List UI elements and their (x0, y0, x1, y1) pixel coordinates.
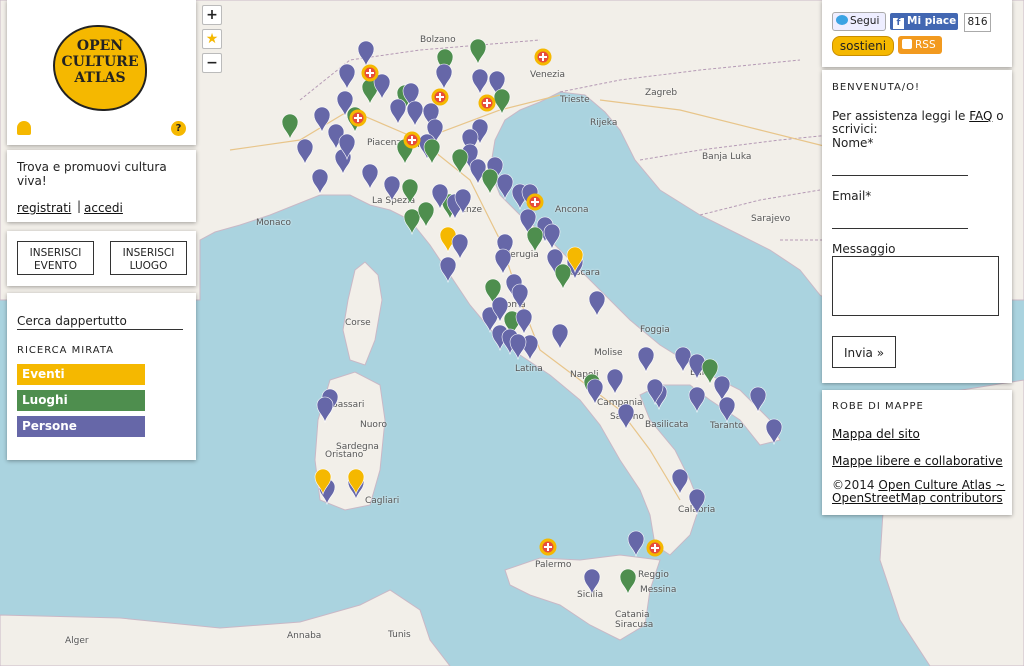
map-label: Latina (515, 364, 543, 374)
zoom-in-button[interactable]: + (202, 5, 222, 25)
facebook-icon: f (893, 18, 904, 29)
logo-panel: OPEN CULTURE ATLAS ? (7, 0, 196, 145)
map-label: Sicilia (577, 590, 604, 600)
filter-luoghi-button[interactable]: Luoghi (17, 390, 145, 411)
facebook-like-button[interactable]: f Mi piace (890, 13, 958, 30)
twitter-label: Segui (850, 15, 880, 27)
map-label: Taranto (710, 421, 744, 431)
help-prefix: Per assistenza leggi le (832, 109, 966, 123)
facebook-label: Mi piace (907, 15, 957, 27)
maps-panel: ROBE DI MAPPE Mappa del sito Mappe liber… (822, 390, 1012, 515)
targeted-search-heading: RICERCA MIRATA (17, 345, 115, 356)
logo[interactable]: OPEN CULTURE ATLAS (53, 25, 147, 111)
zoom-out-button[interactable]: − (202, 53, 222, 73)
map-label: Basilicata (645, 420, 689, 430)
faq-link[interactable]: FAQ (969, 109, 992, 123)
copyright-year: ©2014 (832, 478, 875, 492)
social-panel: Segui f Mi piace 816 sostieni RSS (822, 0, 1012, 67)
map-label: Napoli (570, 370, 599, 380)
ghost-icon[interactable] (17, 121, 31, 135)
email-field[interactable] (832, 208, 968, 229)
map-label: Sarajevo (751, 214, 791, 224)
register-link[interactable]: registrati (17, 201, 71, 215)
link-separator: | (77, 199, 82, 213)
map-label: La Spezia (372, 196, 416, 206)
map-label: Bolzano (420, 35, 456, 45)
maps-heading: ROBE DI MAPPE (832, 401, 924, 412)
map-label: Pescara (565, 268, 601, 278)
insert-event-button[interactable]: INSERISCI EVENTO (17, 241, 94, 275)
twitter-bird-icon (836, 15, 848, 25)
intro-text: Trova e promuovi cultura viva! (17, 160, 167, 188)
filter-persone-button[interactable]: Persone (17, 416, 145, 437)
map-label: Firenze (450, 205, 483, 215)
intro-panel: Trova e promuovi cultura viva! registrat… (7, 150, 196, 222)
map-label: Palermo (535, 560, 572, 570)
favorite-star-button[interactable]: ★ (202, 29, 222, 49)
credits: ©2014 Open Culture Atlas ~ OpenStreetMap… (832, 479, 1010, 505)
logo-line-3: ATLAS (74, 70, 126, 86)
map-label: Alger (65, 636, 89, 646)
map-label: Trieste (560, 95, 590, 105)
map-label: Tunis (388, 630, 411, 640)
map-label: Ancona (555, 205, 589, 215)
free-maps-link[interactable]: Mappe libere e collaborative (832, 454, 1003, 468)
message-label: Messaggio (832, 242, 896, 256)
map-label: Rijeka (590, 118, 618, 128)
insert-place-button[interactable]: INSERISCI LUOGO (110, 241, 187, 275)
map-label: Monaco (256, 218, 291, 228)
map-label: Venezia (530, 70, 565, 80)
map-label: Oristano (325, 450, 364, 460)
map-label: Bari (690, 368, 708, 378)
rss-icon (902, 39, 912, 49)
help-text: Per assistenza leggi le FAQ o scrivici: (832, 110, 1007, 136)
map-label: Reggio (638, 570, 669, 580)
map-label: Banja Luka (702, 152, 752, 162)
map-label: Corse (345, 318, 371, 328)
map-label: Roma (500, 300, 526, 310)
submit-button[interactable]: Invia » (832, 336, 896, 368)
map-label: Sassari (332, 400, 365, 410)
map-label: Messina (640, 585, 677, 595)
filter-eventi-button[interactable]: Eventi (17, 364, 145, 385)
facebook-like-count: 816 (964, 13, 991, 32)
support-button[interactable]: sostieni (832, 36, 894, 56)
email-label: Email* (832, 189, 872, 203)
login-link[interactable]: accedi (84, 201, 123, 215)
map-label: Perugia (505, 250, 539, 260)
help-icon[interactable]: ? (171, 121, 186, 136)
map-label: Nuoro (360, 420, 387, 430)
twitter-follow-button[interactable]: Segui (832, 12, 886, 31)
map-label: Annaba (287, 631, 322, 641)
rss-label: RSS (915, 39, 936, 51)
map-label: Salerno (610, 412, 645, 422)
name-label: Nome* (832, 136, 874, 150)
search-everywhere-input[interactable]: Cerca dappertutto (17, 314, 183, 330)
map-label: Catania (615, 610, 650, 620)
message-textarea[interactable] (832, 256, 999, 316)
name-field[interactable] (832, 155, 968, 176)
rss-button[interactable]: RSS (898, 36, 942, 54)
logo-line-2: CULTURE (61, 54, 139, 70)
logo-line-1: OPEN (76, 38, 124, 54)
contact-heading: BENVENUTA/O! (832, 82, 921, 93)
actions-panel: INSERISCI EVENTO INSERISCI LUOGO (7, 231, 196, 286)
map-label: Cagliari (365, 496, 400, 506)
map-label: Calabria (678, 505, 716, 515)
map-label: Campania (597, 398, 643, 408)
sitemap-link[interactable]: Mappa del sito (832, 427, 920, 441)
map-label: Siracusa (615, 620, 654, 630)
map-label: Zagreb (645, 88, 678, 98)
map-label: Molise (594, 348, 623, 358)
map-label: Foggia (640, 325, 670, 335)
map-label: Parma (400, 140, 429, 150)
